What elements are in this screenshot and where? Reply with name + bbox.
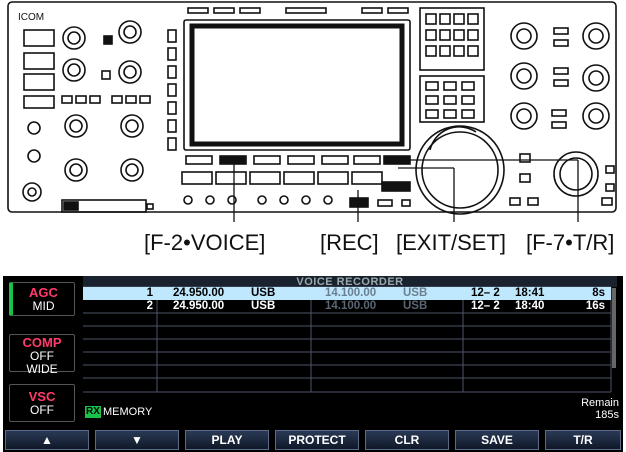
callout-rec: [REC] — [320, 230, 379, 255]
agc-value: MID — [32, 299, 55, 313]
comp-button[interactable]: COMP OFF WIDE — [9, 334, 75, 376]
row-freq: 24.950.00 — [173, 287, 225, 299]
row-mode: USB — [251, 300, 276, 312]
comp-label: COMP — [22, 335, 62, 350]
table-row[interactable]: 2 24.950.00 USB 14.100.00 USB 12– 2 18:4… — [83, 300, 611, 313]
callout-labels: [F-2•VOICE] [REC] [EXIT/SET] [F-7•T/R] — [0, 226, 626, 266]
remain-label: Remain — [581, 397, 619, 409]
voice-recorder-screen: AGC MID COMP OFF WIDE VSC OFF VOICE RECO… — [3, 276, 623, 452]
memory-label: MEMORY — [103, 406, 153, 418]
fkey-tr[interactable]: T/R — [545, 430, 621, 450]
vsc-value: OFF — [30, 403, 54, 417]
comp-value-2: WIDE — [26, 362, 58, 376]
row-mode-sub: USB — [403, 287, 428, 299]
icom-logo: ICOM — [18, 12, 44, 23]
row-time: 18:41 — [515, 287, 545, 299]
fkey-clr[interactable]: CLR — [365, 430, 449, 450]
row-time: 18:40 — [515, 300, 545, 312]
fkey-up[interactable]: ▲ — [5, 430, 89, 450]
callout-f7-tr: [F-7•T/R] — [526, 230, 615, 255]
row-freq-sub: 14.100.00 — [325, 300, 377, 312]
fkey-play[interactable]: PLAY — [185, 430, 269, 450]
fkey-down[interactable]: ▼ — [95, 430, 179, 450]
agc-label: AGC — [29, 285, 58, 300]
row-number: 1 — [146, 287, 153, 299]
rx-badge: RX — [85, 406, 101, 418]
fkey-protect[interactable]: PROTECT — [275, 430, 359, 450]
vsc-button[interactable]: VSC OFF — [9, 384, 75, 422]
row-freq: 24.950.00 — [173, 300, 225, 312]
row-date: 12– 2 — [471, 300, 500, 312]
remain-value: 185s — [595, 409, 619, 421]
row-date: 12– 2 — [471, 287, 500, 299]
table-row[interactable]: 1 24.950.00 USB 14.100.00 USB 12– 2 18:4… — [83, 287, 611, 300]
fkey-save[interactable]: SAVE — [455, 430, 539, 450]
function-key-bar: ▲ ▼ PLAY PROTECT CLR SAVE T/R — [3, 428, 623, 452]
callout-exit-set: [EXIT/SET] — [396, 230, 507, 255]
row-number: 2 — [146, 300, 153, 312]
row-length: 8s — [592, 287, 605, 299]
vsc-label: VSC — [28, 389, 56, 404]
row-freq-sub: 14.100.00 — [325, 287, 377, 299]
row-mode-sub: USB — [403, 300, 428, 312]
agc-button[interactable]: AGC MID — [9, 282, 75, 316]
row-mode: USB — [251, 287, 276, 299]
callout-f2-voice: [F-2•VOICE] — [144, 230, 266, 255]
row-length: 16s — [585, 300, 605, 312]
radio-front-panel: ICOM — [7, 1, 617, 222]
